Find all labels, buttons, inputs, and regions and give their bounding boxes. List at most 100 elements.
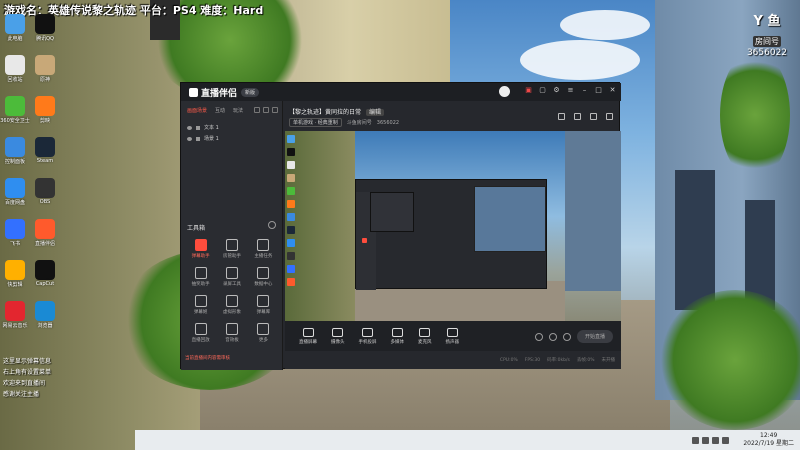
music-icon[interactable] — [590, 113, 597, 120]
desktop-icon[interactable]: 原神 — [32, 55, 58, 83]
tool-icon — [194, 295, 207, 307]
tab-2[interactable]: 玩法 — [233, 107, 243, 114]
window-controls: ▣ ▢ ⚙ ≡ – □ ✕ — [524, 86, 617, 95]
source-button[interactable]: 麦克风 — [418, 327, 432, 345]
source-button[interactable]: 多媒体 — [391, 327, 404, 345]
scene-item[interactable]: 文本 1 — [181, 122, 282, 133]
maximize-icon[interactable]: □ — [594, 86, 603, 95]
input-method-icon[interactable] — [712, 436, 720, 444]
desktop-icon[interactable]: Steam — [32, 137, 58, 164]
desktop-icon[interactable]: CapCut — [32, 260, 58, 287]
volume-icon[interactable] — [702, 436, 710, 444]
source-icon — [446, 327, 458, 337]
tool-button[interactable]: 虚拟形象 — [216, 295, 247, 315]
tool-button[interactable]: 音效板 — [216, 323, 247, 343]
scene-item[interactable]: 场景 1 — [181, 133, 282, 144]
desktop-icon[interactable]: 剪映 — [32, 96, 58, 124]
desktop-icon[interactable]: 直播伴侣 — [32, 219, 58, 247]
record-icon[interactable] — [534, 332, 543, 341]
tool-label: 直播回放 — [191, 338, 210, 343]
more-icon[interactable] — [272, 107, 278, 113]
review-alert[interactable]: 当前直播间内容需审核 — [185, 355, 230, 361]
eye-icon[interactable] — [187, 136, 192, 141]
desktop-icon[interactable]: 此电脑 — [2, 14, 28, 42]
tool-button[interactable]: 数据中心 — [248, 267, 279, 287]
tool-button[interactable]: 弹幕助手 — [185, 239, 216, 259]
go-live-button[interactable]: 开始直播 — [576, 330, 613, 343]
app-icon — [35, 260, 55, 280]
clock-icon[interactable] — [548, 332, 557, 341]
tool-label: 抽奖助手 — [191, 282, 210, 287]
toolbox-title: 工具箱 — [187, 225, 206, 232]
category-selector[interactable]: 单机游戏 · 经典重制 — [289, 118, 342, 127]
tool-label: 弹幕助手 — [191, 254, 210, 259]
minimize-icon[interactable]: – — [580, 86, 589, 95]
desktop-icon[interactable]: 快剪辑 — [2, 260, 28, 288]
status-item: 未开播 — [601, 358, 616, 363]
share-icon[interactable] — [558, 113, 565, 120]
toolbox-settings-icon[interactable] — [268, 221, 276, 229]
desktop-icon[interactable]: 飞书 — [2, 219, 28, 247]
bag-icon[interactable] — [574, 113, 581, 120]
app-icon — [35, 96, 55, 116]
lock-icon[interactable] — [196, 125, 200, 130]
layout-icon[interactable] — [263, 107, 269, 113]
menu-icon[interactable]: ≡ — [566, 86, 575, 95]
source-label: 麦克风 — [418, 339, 432, 345]
source-button[interactable]: 手机投屏 — [359, 327, 377, 345]
danmaku-overlay: 这里显示弹幕信息 右上角有设置菜单 欢迎来到直播间 感谢关注主播 — [0, 355, 140, 399]
tool-button[interactable]: 房管助手 — [216, 239, 247, 259]
app-icon — [5, 178, 25, 198]
tool-button[interactable]: 更多 — [248, 323, 279, 343]
scene-name: 场景 1 — [204, 136, 219, 142]
header-actions — [558, 113, 613, 120]
gear-icon[interactable] — [562, 332, 571, 341]
desktop-icon[interactable]: 回收站 — [2, 55, 28, 83]
title-bar[interactable]: 直播伴侣 新版 ▣ ▢ ⚙ ≡ – □ ✕ — [181, 83, 621, 101]
settings-icon[interactable]: ⚙ — [552, 86, 561, 95]
source-button[interactable]: 直播屏幕 — [299, 327, 317, 345]
desktop-icon[interactable]: 控制面板 — [2, 137, 28, 165]
tool-button[interactable]: 弹幕姬 — [185, 295, 216, 315]
edit-title-button[interactable]: 编辑 — [365, 109, 384, 116]
clock[interactable]: 12:49 2022/7/19 星期二 — [743, 432, 794, 448]
message-icon[interactable]: ▢ — [538, 86, 547, 95]
desktop-icon[interactable]: 网易云音乐 — [2, 301, 28, 329]
battery-icon[interactable] — [722, 436, 730, 444]
source-icon — [419, 327, 431, 337]
tool-label: 虚拟形象 — [222, 310, 241, 315]
version-badge[interactable]: 新版 — [241, 87, 260, 97]
desktop-icon[interactable]: 百度网盘 — [2, 178, 28, 206]
tool-button[interactable]: 直播回放 — [185, 323, 216, 343]
desktop-icon-label: Steam — [36, 158, 54, 164]
link-icon[interactable] — [606, 113, 613, 120]
tool-button[interactable]: 弹幕库 — [248, 295, 279, 315]
add-scene-icon[interactable] — [254, 107, 260, 113]
room-badge: Y 鱼 房间号 3656022 — [745, 10, 789, 58]
stream-preview[interactable] — [285, 131, 621, 321]
source-button[interactable]: 扬声器 — [446, 327, 459, 345]
platform-logo: Y 鱼 — [753, 14, 781, 29]
notification-icon[interactable]: ▣ — [524, 86, 533, 95]
tool-button[interactable]: 录屏工具 — [216, 267, 247, 287]
avatar[interactable] — [499, 86, 510, 97]
desktop-icon[interactable]: 360安全卫士 — [0, 96, 30, 124]
preview-icon — [287, 226, 295, 234]
app-name: 直播伴侣 — [201, 88, 238, 99]
app-icon — [35, 137, 55, 157]
desktop-icon-label: 原神 — [39, 77, 50, 83]
tool-button[interactable]: 抽奖助手 — [185, 267, 216, 287]
tab-0[interactable]: 画面场景 — [187, 107, 207, 114]
desktop-icon[interactable]: 浏览器 — [32, 301, 58, 329]
desktop-icon[interactable]: OBS — [32, 178, 58, 205]
system-tray[interactable] — [692, 436, 730, 444]
network-icon[interactable] — [692, 436, 700, 444]
tab-1[interactable]: 互动 — [215, 107, 225, 114]
desktop-icon[interactable]: 腾讯QQ — [32, 14, 58, 42]
eye-icon[interactable] — [187, 125, 192, 130]
close-icon[interactable]: ✕ — [608, 86, 617, 95]
source-button[interactable]: 摄像头 — [331, 327, 345, 345]
tool-button[interactable]: 主播任务 — [248, 239, 279, 259]
lock-icon[interactable] — [196, 136, 200, 141]
tool-icon — [257, 323, 270, 335]
